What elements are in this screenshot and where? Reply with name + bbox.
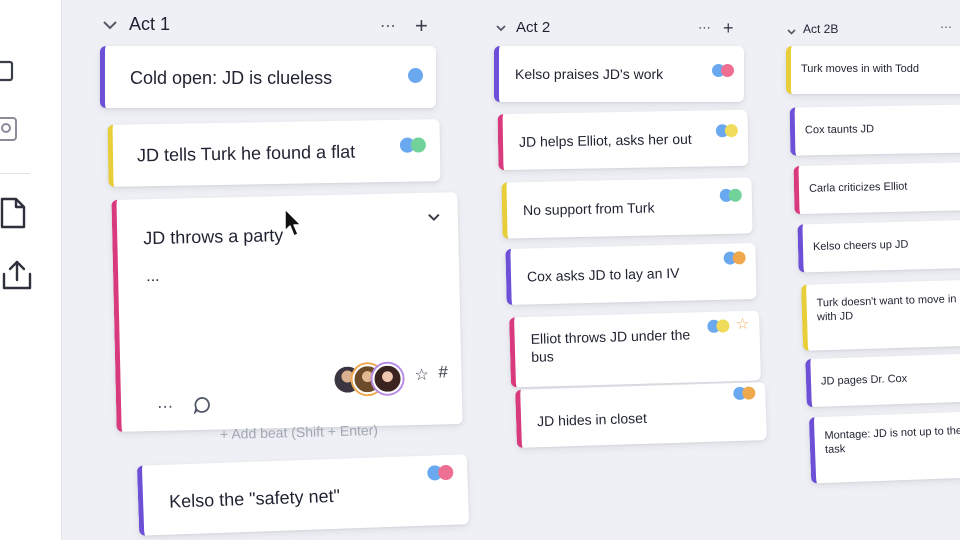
beat-title: JD pages Dr. Cox [820, 372, 908, 388]
tag-dots [733, 386, 756, 401]
tag-dot-green [728, 188, 742, 202]
beat-title: Turk moves in with Todd [801, 63, 919, 75]
tag-dot-yellow [724, 123, 738, 138]
beat-title: Kelso praises JD's work [515, 66, 664, 82]
beat-card[interactable]: JD helps Elliot, asks her out [497, 109, 749, 171]
beat-card[interactable]: Kelso praises JD's work [494, 46, 744, 102]
beat-card[interactable]: JD hides in closet [515, 382, 767, 448]
tag-dots [707, 319, 730, 333]
star-icon[interactable]: ☆ [414, 365, 429, 385]
collaborator-avatars [332, 363, 403, 395]
chevron-down-icon[interactable] [100, 15, 120, 35]
column-title: Act 2 [516, 19, 551, 36]
column-actions: ⋯ + [698, 19, 734, 37]
beat-card[interactable]: Kelso cheers up JD [797, 219, 960, 273]
column-title: Act 1 [129, 14, 171, 34]
chevron-down-icon[interactable] [426, 208, 442, 224]
beat-title: Kelso the "safety net" [168, 485, 341, 512]
more-icon[interactable]: ⋯ [698, 20, 711, 36]
tag-dot-green [410, 137, 427, 153]
beat-card[interactable]: Cox taunts JD [789, 104, 960, 156]
column-header: Act 2B [786, 22, 838, 36]
beat-title: Montage: JD is not up to the task [824, 424, 960, 457]
more-icon[interactable]: ⋯ [940, 20, 952, 34]
tag-dots [723, 251, 746, 265]
user-search-icon[interactable] [0, 112, 36, 148]
beat-card[interactable]: Cold open: JD is clueless [100, 46, 436, 108]
mouse-cursor-icon [283, 207, 305, 239]
column-title: Act 2B [803, 22, 839, 36]
hash-icon[interactable]: # [438, 362, 448, 382]
beat-board: Act 1 ⋯ + Cold open: JD is clueless JD t… [62, 0, 960, 540]
column-header: Act 2 [494, 19, 550, 36]
tag-dot-orange [732, 251, 746, 265]
chevron-down-icon[interactable] [786, 24, 797, 35]
star-icon[interactable]: ☆ [736, 315, 750, 333]
beat-card[interactable]: Turk doesn't want to move in with JD [801, 279, 960, 351]
comment-icon[interactable] [193, 396, 211, 416]
beat-title: Cold open: JD is clueless [130, 68, 333, 88]
more-icon[interactable]: ⋯ [157, 397, 173, 417]
beat-title: JD hides in closet [536, 409, 648, 430]
chevron-down-icon[interactable] [494, 21, 508, 35]
beat-title: Cox taunts JD [804, 123, 875, 137]
beat-card[interactable]: Turk moves in with Todd [786, 46, 960, 94]
tag-dot-yellow [716, 319, 730, 333]
tag-dot-pink [721, 64, 734, 77]
beat-title: Carla criticizes Elliot [808, 180, 908, 195]
beat-card[interactable]: Montage: JD is not up to the task [808, 410, 960, 484]
sidebar-divider [0, 173, 30, 174]
beat-card[interactable]: Cox asks JD to lay an IV [505, 242, 757, 306]
left-toolbar [0, 0, 62, 540]
beat-title: Cox asks JD to lay an IV [526, 264, 680, 285]
tag-dot-orange [742, 386, 756, 400]
column-actions: ⋯ [940, 20, 952, 34]
plus-icon[interactable]: + [415, 15, 428, 37]
beat-card[interactable]: JD tells Turk he found a flat [107, 119, 441, 187]
tag-dots [408, 68, 423, 83]
column-actions: ⋯ + [380, 15, 428, 37]
beat-card[interactable]: Kelso the "safety net" [136, 454, 470, 536]
tag-dot-blue [408, 68, 423, 83]
avatar[interactable] [372, 363, 403, 395]
tag-dots [427, 464, 454, 481]
tag-dots [712, 64, 734, 77]
plus-icon[interactable]: + [723, 19, 734, 37]
tag-dots [399, 137, 427, 153]
beat-title: JD tells Turk he found a flat [136, 141, 356, 166]
beat-title: JD throws a party [143, 225, 284, 249]
add-beat-button[interactable]: + Add beat (Shift + Enter) [220, 422, 378, 442]
tag-dots [715, 123, 738, 138]
beat-card[interactable]: JD pages Dr. Cox [805, 352, 960, 408]
beat-title: Turk doesn't want to move in with JD [816, 293, 957, 324]
beat-title: No support from Turk [522, 199, 655, 219]
tag-dots [719, 188, 742, 203]
copy-icon[interactable] [0, 50, 36, 86]
beat-card[interactable]: Elliot throws JD under the bus ☆ [509, 310, 761, 388]
tag-dot-pink [438, 464, 454, 481]
share-icon[interactable] [0, 258, 36, 294]
beat-card[interactable]: No support from Turk [501, 177, 753, 239]
document-icon[interactable] [0, 195, 36, 231]
beat-title: Kelso cheers up JD [812, 238, 909, 254]
column-header: Act 1 [100, 14, 170, 35]
beat-notes-placeholder[interactable]: ... [146, 267, 160, 288]
beat-card[interactable]: Carla criticizes Elliot [793, 161, 960, 215]
beat-title: JD helps Elliot, asks her out [518, 130, 692, 150]
more-icon[interactable]: ⋯ [380, 16, 397, 36]
beat-title: Elliot throws JD under the bus [530, 326, 691, 366]
